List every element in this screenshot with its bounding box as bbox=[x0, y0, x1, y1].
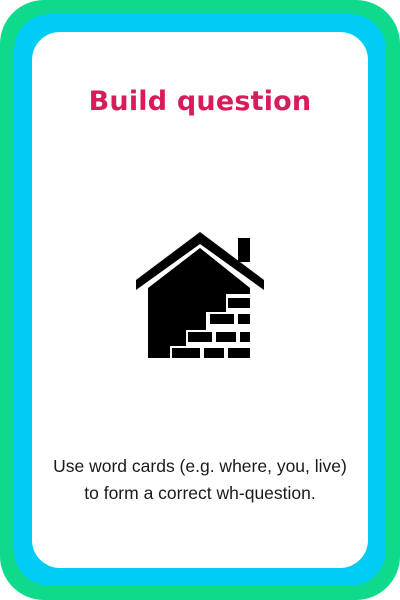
card-description: Use word cards (e.g. where, you, live) t… bbox=[53, 456, 347, 503]
house-brick-icon bbox=[136, 232, 264, 358]
card-title: Build question bbox=[88, 86, 312, 117]
